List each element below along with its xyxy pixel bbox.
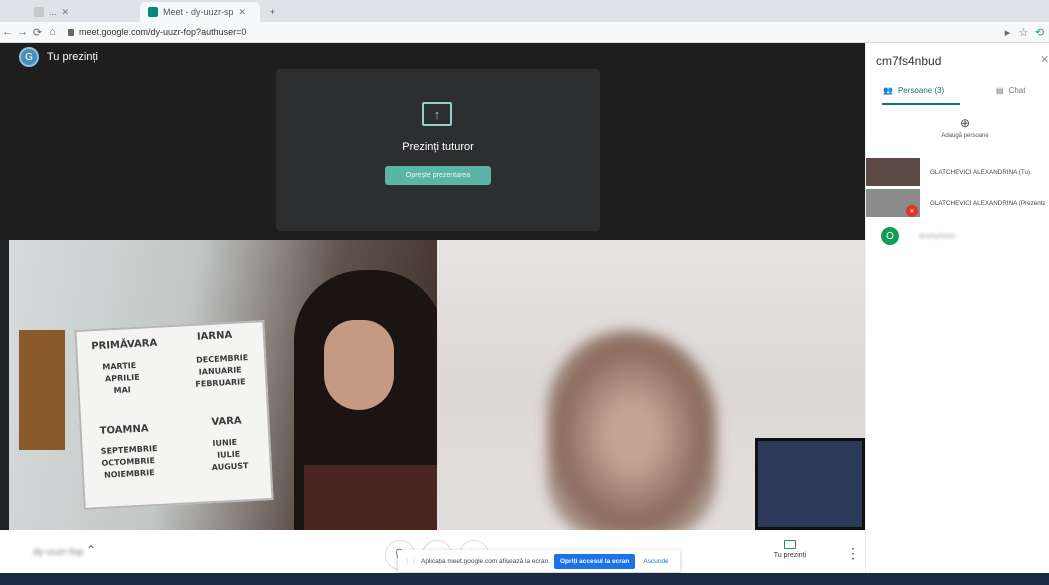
presenting-title: Prezinți tuturor bbox=[402, 141, 474, 153]
board-word: MARTIE bbox=[102, 360, 137, 372]
url-field[interactable]: meet.google.com/dy-uuzr-fop?authuser=0 bbox=[68, 27, 246, 37]
meet-favicon-icon bbox=[148, 7, 158, 17]
home-icon[interactable]: ⌂ bbox=[45, 26, 60, 38]
board-word: IUNIE bbox=[212, 437, 238, 449]
board-word: MAI bbox=[113, 385, 131, 396]
close-tab-icon[interactable]: ✕ bbox=[239, 7, 247, 18]
board-word: IULIE bbox=[216, 449, 241, 460]
add-people-label: Adaugă persoane bbox=[941, 133, 989, 139]
board-word: TOAMNA bbox=[99, 423, 149, 437]
meeting-details-label[interactable]: dy-uuzr-fop bbox=[33, 547, 84, 558]
active-tab-indicator bbox=[882, 103, 960, 105]
presenter-badge: G Tu prezinți bbox=[19, 47, 98, 67]
face bbox=[324, 320, 394, 410]
tab-label: ... bbox=[49, 7, 57, 17]
drag-handle-icon[interactable]: ⋮⋮ bbox=[404, 557, 417, 565]
reload-icon[interactable]: ⟳ bbox=[30, 26, 45, 39]
presenter-label: Tu prezinți bbox=[47, 51, 98, 63]
browser-tab[interactable]: ... ✕ bbox=[26, 2, 77, 22]
background-tv bbox=[755, 438, 865, 530]
lock-icon bbox=[68, 28, 74, 36]
board-word: OCTOMBRIE bbox=[101, 456, 156, 468]
avatar: G bbox=[19, 47, 39, 67]
tab-chat-label: Chat bbox=[1008, 86, 1026, 95]
shirt bbox=[304, 465, 437, 530]
tab-people-label: Persoane (3) bbox=[897, 86, 945, 95]
back-icon[interactable]: ← bbox=[0, 26, 15, 38]
people-icon: 👥 bbox=[883, 86, 893, 95]
tab-people[interactable]: 👥 Persoane (3) bbox=[883, 86, 944, 95]
screen-share-notification: ⋮⋮ Aplicația meet.google.com afișează la… bbox=[398, 550, 680, 572]
you-present-label: Tu prezinți bbox=[773, 552, 807, 559]
extension-icon[interactable]: ▸ bbox=[1000, 26, 1015, 39]
board-word: VARA bbox=[211, 415, 242, 429]
participant-thumbnail: ✕ bbox=[866, 189, 920, 217]
participant-figure bbox=[294, 265, 437, 530]
board-word: AUGUST bbox=[211, 461, 249, 473]
browser-tab-bar: ... ✕ Meet - dy-uuzr-sp ✕ + bbox=[0, 0, 1049, 22]
star-icon[interactable]: ☆ bbox=[1016, 26, 1031, 39]
seasons-board: PRIMĂVARA IARNA MARTIE APRILIE MAI DECEM… bbox=[74, 320, 274, 510]
muted-mic-icon: ✕ bbox=[906, 205, 918, 217]
chevron-up-icon[interactable]: ⌃ bbox=[86, 543, 96, 557]
participant-thumbnail bbox=[866, 158, 920, 186]
participant-name: GLATCHEVICI ALEXANDRINA (Tu) bbox=[930, 168, 1031, 176]
participant-name: anonymous bbox=[919, 232, 956, 240]
presenting-card: ↑ Prezinți tuturor Oprește prezentarea bbox=[276, 69, 600, 231]
present-screen-icon: ↑ bbox=[422, 102, 452, 126]
add-people-button[interactable]: ⊕ Adaugă persoane bbox=[940, 116, 990, 139]
url-text: meet.google.com/dy-uuzr-fop?authuser=0 bbox=[79, 27, 247, 37]
board-word: PRIMĂVARA bbox=[91, 337, 158, 353]
video-tile-participant-blurred[interactable] bbox=[437, 240, 865, 530]
board-word: DECEMBRIE bbox=[195, 353, 249, 365]
new-tab-button[interactable]: + bbox=[262, 2, 283, 22]
hide-link[interactable]: Ascunde bbox=[643, 558, 668, 565]
tab-favicon-icon bbox=[34, 7, 44, 17]
participant-row[interactable]: GLATCHEVICI ALEXANDRINA (Tu) bbox=[866, 158, 1049, 186]
present-icon bbox=[784, 540, 796, 549]
board-word: IARNA bbox=[196, 329, 233, 343]
more-options-icon[interactable]: ⋮ bbox=[846, 545, 860, 562]
forward-icon[interactable]: → bbox=[15, 26, 30, 38]
tab-label: Meet - dy-uuzr-sp bbox=[163, 7, 234, 17]
stop-sharing-button[interactable]: Opriți accesul la ecran bbox=[554, 553, 636, 569]
add-person-icon: ⊕ bbox=[959, 116, 971, 130]
chat-icon: ▤ bbox=[996, 86, 1004, 95]
browser-tab-active[interactable]: Meet - dy-uuzr-sp ✕ bbox=[140, 2, 260, 22]
video-background bbox=[19, 330, 65, 450]
address-bar: ← → ⟳ ⌂ meet.google.com/dy-uuzr-fop?auth… bbox=[0, 22, 1049, 43]
board-word: IANUARIE bbox=[198, 365, 242, 377]
video-tile-participant[interactable]: PRIMĂVARA IARNA MARTIE APRILIE MAI DECEM… bbox=[9, 240, 437, 530]
share-notice-text: Aplicația meet.google.com afișează la ec… bbox=[421, 557, 550, 565]
os-taskbar bbox=[0, 573, 1049, 585]
board-word: NOIEMBRIE bbox=[103, 468, 155, 480]
close-icon[interactable]: ✕ bbox=[1040, 53, 1049, 66]
participant-row[interactable]: ✕ GLATCHEVICI ALEXANDRINA (Prezentare) bbox=[866, 189, 1049, 217]
you-are-presenting-button[interactable]: Tu prezinți bbox=[770, 540, 810, 559]
participant-row[interactable]: O anonymous bbox=[866, 222, 1049, 250]
board-word: APRILIE bbox=[104, 372, 140, 384]
sync-icon[interactable]: ⟲ bbox=[1032, 26, 1047, 39]
tab-chat[interactable]: ▤ Chat bbox=[996, 86, 1025, 95]
stop-presenting-button[interactable]: Oprește prezentarea bbox=[385, 166, 491, 185]
meeting-code: cm7fs4nbud bbox=[876, 54, 942, 68]
participant-name: GLATCHEVICI ALEXANDRINA (Prezentare) bbox=[930, 199, 1045, 207]
board-word: FEBRUARIE bbox=[195, 377, 246, 389]
blurred-participant bbox=[547, 330, 717, 530]
close-tab-icon[interactable]: ✕ bbox=[62, 7, 70, 18]
avatar: O bbox=[881, 227, 899, 245]
plus-icon: + bbox=[270, 7, 276, 17]
board-word: SEPTEMBRIE bbox=[100, 443, 158, 456]
